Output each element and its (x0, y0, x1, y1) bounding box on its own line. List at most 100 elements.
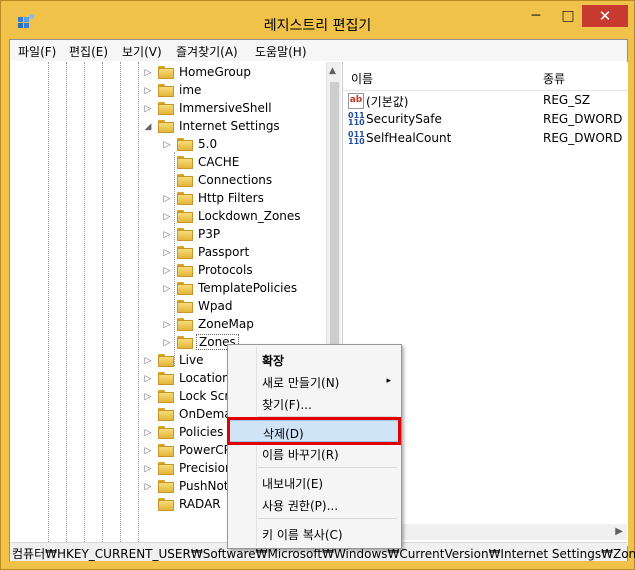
menu-view[interactable]: 보기(V) (122, 43, 162, 60)
tree-node-label: Precision (179, 461, 233, 475)
menu-item-rename[interactable]: 이름 바꾸기(R) (228, 442, 401, 464)
menu-item-label: 사용 권한(P)... (262, 499, 339, 513)
menu-separator (258, 518, 397, 519)
binary-value-icon: 011 110 (348, 130, 365, 146)
tree-node-label: Connections (198, 173, 273, 187)
folder-open-icon (158, 119, 174, 133)
tree-node-label: 5.0 (198, 137, 218, 151)
menu-item-find[interactable]: 찾기(F)... (228, 392, 401, 414)
tree-node-label: ZoneMap (198, 317, 254, 331)
expand-arrow-icon[interactable]: ▷ (163, 248, 171, 258)
expand-arrow-icon (163, 176, 171, 186)
folder-icon (177, 173, 193, 187)
expand-arrow-icon[interactable]: ▷ (144, 392, 152, 402)
tree-node-label: RADAR (179, 497, 221, 511)
scroll-right-icon[interactable]: ▶ (615, 526, 623, 537)
collapse-arrow-icon[interactable]: ◢ (144, 122, 152, 132)
maximize-button[interactable]: □ (553, 5, 583, 29)
folder-icon (177, 245, 193, 259)
list-row[interactable]: 011 110 SelfHealCount REG_DWORD (343, 130, 628, 148)
folder-icon (177, 155, 193, 169)
tree-node-label: Lockdown_Zones (198, 209, 301, 223)
folder-icon (158, 65, 174, 79)
folder-icon (177, 227, 193, 241)
string-value-icon: ab (348, 93, 364, 109)
expand-arrow-icon[interactable]: ▷ (144, 356, 152, 366)
tree-guide-line (66, 62, 67, 546)
menu-item-label: 키 이름 복사(C) (262, 528, 343, 542)
folder-icon (158, 425, 174, 439)
folder-icon (158, 461, 174, 475)
close-button[interactable]: ✕ (582, 5, 628, 27)
minimize-button[interactable]: ─ (521, 5, 551, 29)
list-header: 이름 종류 (343, 62, 628, 91)
menu-item-label: 새로 만들기(N) (262, 376, 340, 390)
menu-item-permissions[interactable]: 사용 권한(P)... (228, 493, 401, 515)
expand-arrow-icon[interactable]: ▷ (163, 320, 171, 330)
menu-item-label: 이름 바꾸기(R) (262, 448, 339, 462)
folder-icon (177, 335, 193, 349)
tree-guide-line (48, 62, 49, 546)
folder-icon (158, 353, 174, 367)
expand-arrow-icon[interactable]: ▷ (163, 266, 171, 276)
tree-node-label: ImmersiveShell (179, 101, 272, 115)
scroll-up-icon[interactable]: ▲ (329, 66, 336, 76)
expand-arrow-icon[interactable]: ▷ (144, 482, 152, 492)
folder-icon (158, 407, 174, 421)
tree-node-label: P3P (198, 227, 221, 241)
expand-arrow-icon[interactable]: ▷ (163, 194, 171, 204)
expand-arrow-icon[interactable]: ▷ (163, 212, 171, 222)
menu-item-export[interactable]: 내보내기(E) (228, 471, 401, 493)
folder-icon (158, 83, 174, 97)
menu-item-expand[interactable]: 확장 (228, 348, 401, 370)
folder-icon (177, 317, 193, 331)
folder-icon (177, 299, 193, 313)
tree-node-label: Http Filters (198, 191, 264, 205)
tree-guide-line (120, 62, 121, 546)
folder-icon (177, 281, 193, 295)
title-bar[interactable]: 레지스트리 편집기 ─ □ ✕ (1, 1, 634, 39)
tree-guide-line (138, 62, 139, 546)
menu-favorites[interactable]: 즐겨찾기(A) (176, 43, 238, 60)
folder-icon (158, 479, 174, 493)
value-type: REG_DWORD (543, 131, 623, 145)
tree-node-label: Live (179, 353, 204, 367)
expand-arrow-icon[interactable]: ▷ (163, 338, 171, 348)
expand-arrow-icon[interactable]: ▷ (144, 374, 152, 384)
expand-arrow-icon[interactable]: ▷ (144, 104, 152, 114)
list-row[interactable]: ab (기본값) REG_SZ (343, 92, 628, 110)
tree-node-label: Wpad (198, 299, 233, 313)
expand-arrow-icon[interactable]: ▷ (163, 284, 171, 294)
context-menu: 확장 새로 만들기(N) ▸ 찾기(F)... 삭제(D) 이름 바꾸기(R) 내… (227, 344, 402, 549)
menu-item-new[interactable]: 새로 만들기(N) ▸ (228, 370, 401, 392)
expand-arrow-icon[interactable]: ▷ (144, 464, 152, 474)
column-name-header[interactable]: 이름 (351, 70, 373, 87)
folder-icon (158, 497, 174, 511)
folder-icon (158, 371, 174, 385)
menu-help[interactable]: 도움말(H) (255, 43, 307, 60)
value-type: REG_DWORD (543, 112, 623, 126)
value-name: SelfHealCount (366, 131, 452, 145)
expand-arrow-icon[interactable]: ▷ (163, 230, 171, 240)
tree-node-label: Protocols (198, 263, 253, 277)
menu-edit[interactable]: 편집(E) (69, 43, 108, 60)
folder-icon (158, 101, 174, 115)
expand-arrow-icon[interactable]: ▷ (144, 428, 152, 438)
expand-arrow-icon (144, 500, 152, 510)
expand-arrow-icon[interactable]: ▷ (144, 68, 152, 78)
menu-item-copy-key-name[interactable]: 키 이름 복사(C) (228, 522, 401, 544)
menu-item-label: 찾기(F)... (262, 398, 312, 412)
value-name: (기본값) (366, 95, 409, 109)
tree-node-label: HomeGroup (179, 65, 251, 79)
menu-file[interactable]: 파일(F) (18, 43, 56, 60)
list-row[interactable]: 011 110 SecuritySafe REG_DWORD (343, 111, 628, 129)
column-type-header[interactable]: 종류 (543, 70, 565, 87)
scroll-thumb[interactable] (330, 82, 339, 344)
tree-node-label: TemplatePolicies (198, 281, 298, 295)
tree-node-label: OnDema (179, 407, 232, 421)
expand-arrow-icon[interactable]: ▷ (144, 446, 152, 456)
expand-arrow-icon (163, 158, 171, 168)
expand-arrow-icon[interactable]: ▷ (144, 86, 152, 96)
tree-node-label: ime (179, 83, 202, 97)
expand-arrow-icon[interactable]: ▷ (163, 140, 171, 150)
